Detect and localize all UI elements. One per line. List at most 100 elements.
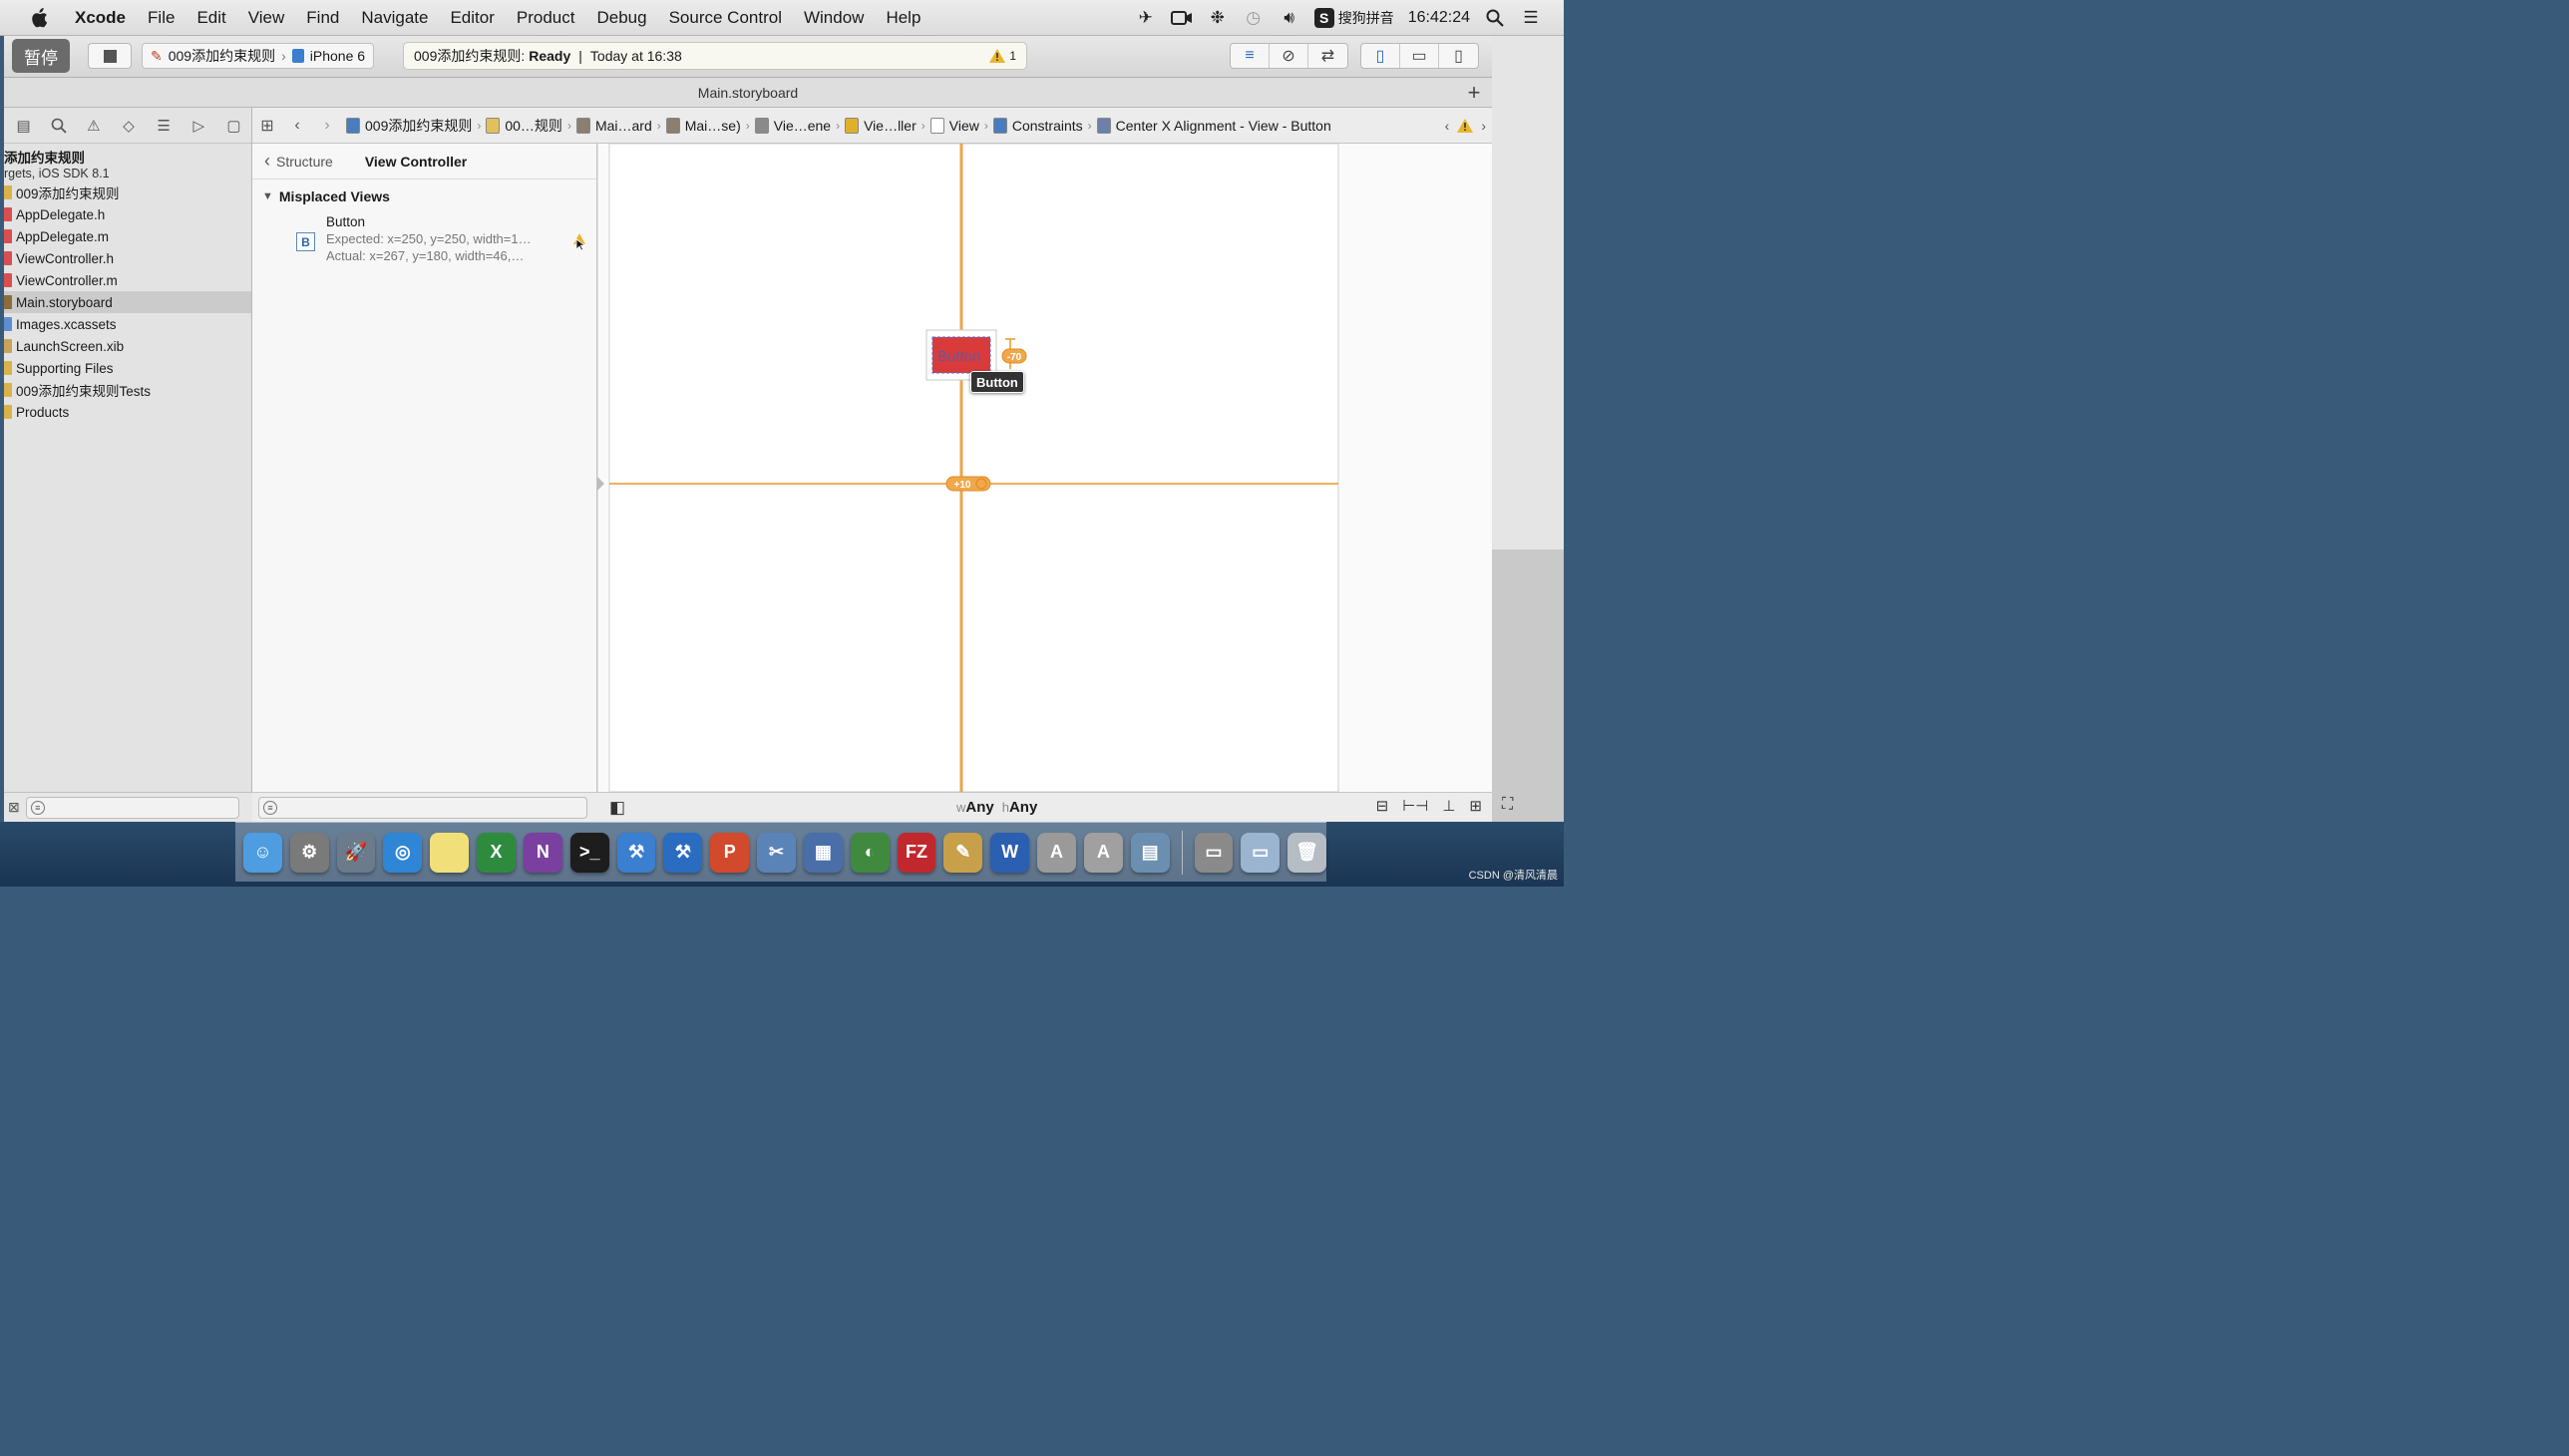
menu-find[interactable]: Find [295,8,350,28]
previous-issue-icon[interactable]: ‹ [1445,118,1450,134]
apple-menu-icon[interactable] [28,7,50,29]
jumpbar-crumb[interactable]: 00…规则 [482,116,566,136]
jumpbar-crumb[interactable]: Center X Alignment - View - Button [1093,117,1335,134]
navigator-filter-input[interactable]: ≡ [25,796,239,819]
document-outline-toggle-icon[interactable]: ◧ [609,798,625,818]
storyboard-canvas[interactable]: Button -70 +10 Button [597,144,1492,822]
network-status-icon[interactable]: ❉ [1207,7,1229,29]
input-method-menu[interactable]: S 搜狗拼音 [1313,8,1394,28]
clock[interactable]: 16:42:24 [1408,9,1470,27]
resolve-issues-icon[interactable]: ⊥ [1442,797,1455,815]
assistant-editor-icon[interactable]: ⊘ [1270,44,1308,68]
standard-editor-icon[interactable]: ≡ [1231,44,1270,68]
align-icon[interactable]: ⊟ [1376,797,1389,815]
nav-item[interactable]: LaunchScreen.xib [4,335,251,357]
nav-item[interactable]: AppDelegate.h [4,203,251,225]
misplaced-views-section[interactable]: ▼ Misplaced Views [252,180,596,213]
utility-icon[interactable]: ✎ [943,832,983,873]
word-icon[interactable]: W [990,832,1030,873]
nav-item[interactable]: Products [4,401,251,423]
pin-icon[interactable]: ⊢⊣ [1402,797,1428,815]
menu-editor[interactable]: Editor [439,8,505,28]
screen-record-icon[interactable] [1170,7,1193,29]
nav-item[interactable]: ViewController.m [4,269,251,291]
back-arrow-icon[interactable]: ‹ [282,108,312,144]
nav-item[interactable]: 009添加约束规则 [4,182,251,203]
xcode-icon[interactable]: ⚒ [616,832,656,873]
network-icon[interactable]: ◐ [850,832,890,873]
downloads-icon[interactable]: ▭ [1241,832,1281,873]
instruments-icon[interactable]: A [1037,832,1076,873]
xcode-beta-icon[interactable]: ⚒ [663,832,703,873]
forward-arrow-icon[interactable]: › [312,108,342,144]
jumpbar-crumb[interactable]: 009添加约束规则 [342,116,476,136]
excel-icon[interactable]: X [477,832,516,873]
menu-view[interactable]: View [237,8,296,28]
report-navigator-icon[interactable]: ▢ [216,108,251,144]
desktop-icon[interactable]: ▭ [1194,832,1234,873]
menu-window[interactable]: Window [793,8,875,28]
filezilla-icon[interactable]: FZ [897,832,936,873]
menu-file[interactable]: File [137,8,185,28]
nav-item[interactable]: ViewController.h [4,247,251,269]
project-root[interactable]: 添加约束规则 rgets, iOS SDK 8.1 [4,146,251,182]
jumpbar-warning-icon[interactable] [1457,118,1474,133]
menu-debug[interactable]: Debug [585,8,657,28]
instruments2-icon[interactable]: A [1083,832,1123,873]
misplaced-view-item[interactable]: B Button Expected: x=250, y=250, width=1… [252,213,596,269]
nav-item[interactable]: 009添加约束规则Tests [4,379,251,401]
jumpbar-crumb[interactable]: Mai…se) [662,117,745,134]
size-class-control[interactable]: wAny hAny [956,799,1037,816]
onenote-icon[interactable]: N [523,832,562,873]
nav-item[interactable]: Main.storyboard [4,291,251,313]
structure-back-button[interactable]: ‹ Structure [264,151,333,172]
version-editor-icon[interactable]: ⇄ [1308,44,1347,68]
notification-center-icon[interactable]: ☰ [1520,7,1542,29]
next-issue-icon[interactable]: › [1481,118,1486,134]
project-navigator-icon[interactable]: ▤ [6,108,41,144]
jumpbar-crumb[interactable]: View [926,117,983,134]
menu-navigate[interactable]: Navigate [350,8,439,28]
find-navigator-icon[interactable] [41,108,76,144]
warning-count-badge[interactable]: 1 [989,49,1016,63]
related-items-icon[interactable]: ⊞ [252,108,282,144]
nav-item[interactable]: Images.xcassets [4,313,251,335]
menu-product[interactable]: Product [506,8,586,28]
resizing-behavior-icon[interactable]: ⊞ [1469,797,1482,815]
tab-main-storyboard[interactable]: Main.storyboard [698,85,798,101]
breakpoint-navigator-icon[interactable]: ▷ [182,108,216,144]
debug-navigator-icon[interactable]: ☰ [147,108,182,144]
time-machine-icon[interactable]: ◷ [1243,7,1265,29]
pause-badge[interactable]: 暂停 [12,39,70,73]
add-tab-icon[interactable]: + [1462,80,1486,105]
terminal-icon[interactable]: >_ [569,832,609,873]
powerpoint-icon[interactable]: P [710,832,750,873]
nav-item[interactable]: AppDelegate.m [4,225,251,247]
stop-button[interactable] [88,43,132,69]
finder-icon[interactable]: ☺ [243,832,282,873]
nav-item[interactable]: Supporting Files [4,357,251,379]
jumpbar-crumb[interactable]: Mai…ard [572,117,656,134]
menu-xcode[interactable]: Xcode [64,8,137,28]
airplane-icon[interactable]: ✈ [1135,7,1157,29]
system-preferences-icon[interactable]: ⚙ [289,832,329,873]
screenshot-icon[interactable]: ✂ [757,832,796,873]
trash-icon[interactable]: 🗑 [1287,832,1327,873]
fix-warning-icon[interactable] [572,231,586,251]
spotlight-search-icon[interactable] [1484,7,1506,29]
jumpbar-crumb[interactable]: Constraints [989,117,1087,134]
debug-area-toggle-icon[interactable]: ▭ [1400,44,1439,68]
add-file-icon[interactable]: ⊠ [8,799,20,816]
issue-navigator-icon[interactable]: ⚠ [76,108,111,144]
navigator-toggle-icon[interactable]: ▯ [1361,44,1400,68]
test-navigator-icon[interactable]: ◇ [111,108,146,144]
outline-filter-input[interactable]: ≡ [258,796,587,819]
keynote-icon[interactable]: ▦ [803,832,843,873]
menu-edit[interactable]: Edit [185,8,236,28]
zoom-fit-icon[interactable]: ⛶ [1502,796,1513,814]
jumpbar-crumb[interactable]: Vie…ller [841,117,920,134]
menu-help[interactable]: Help [875,8,931,28]
launchpad-icon[interactable]: 🚀 [336,832,376,873]
volume-icon[interactable]: 🔊︎ [1279,7,1300,29]
scheme-selector[interactable]: ✎ 009添加约束规则 › iPhone 6 [142,43,375,69]
